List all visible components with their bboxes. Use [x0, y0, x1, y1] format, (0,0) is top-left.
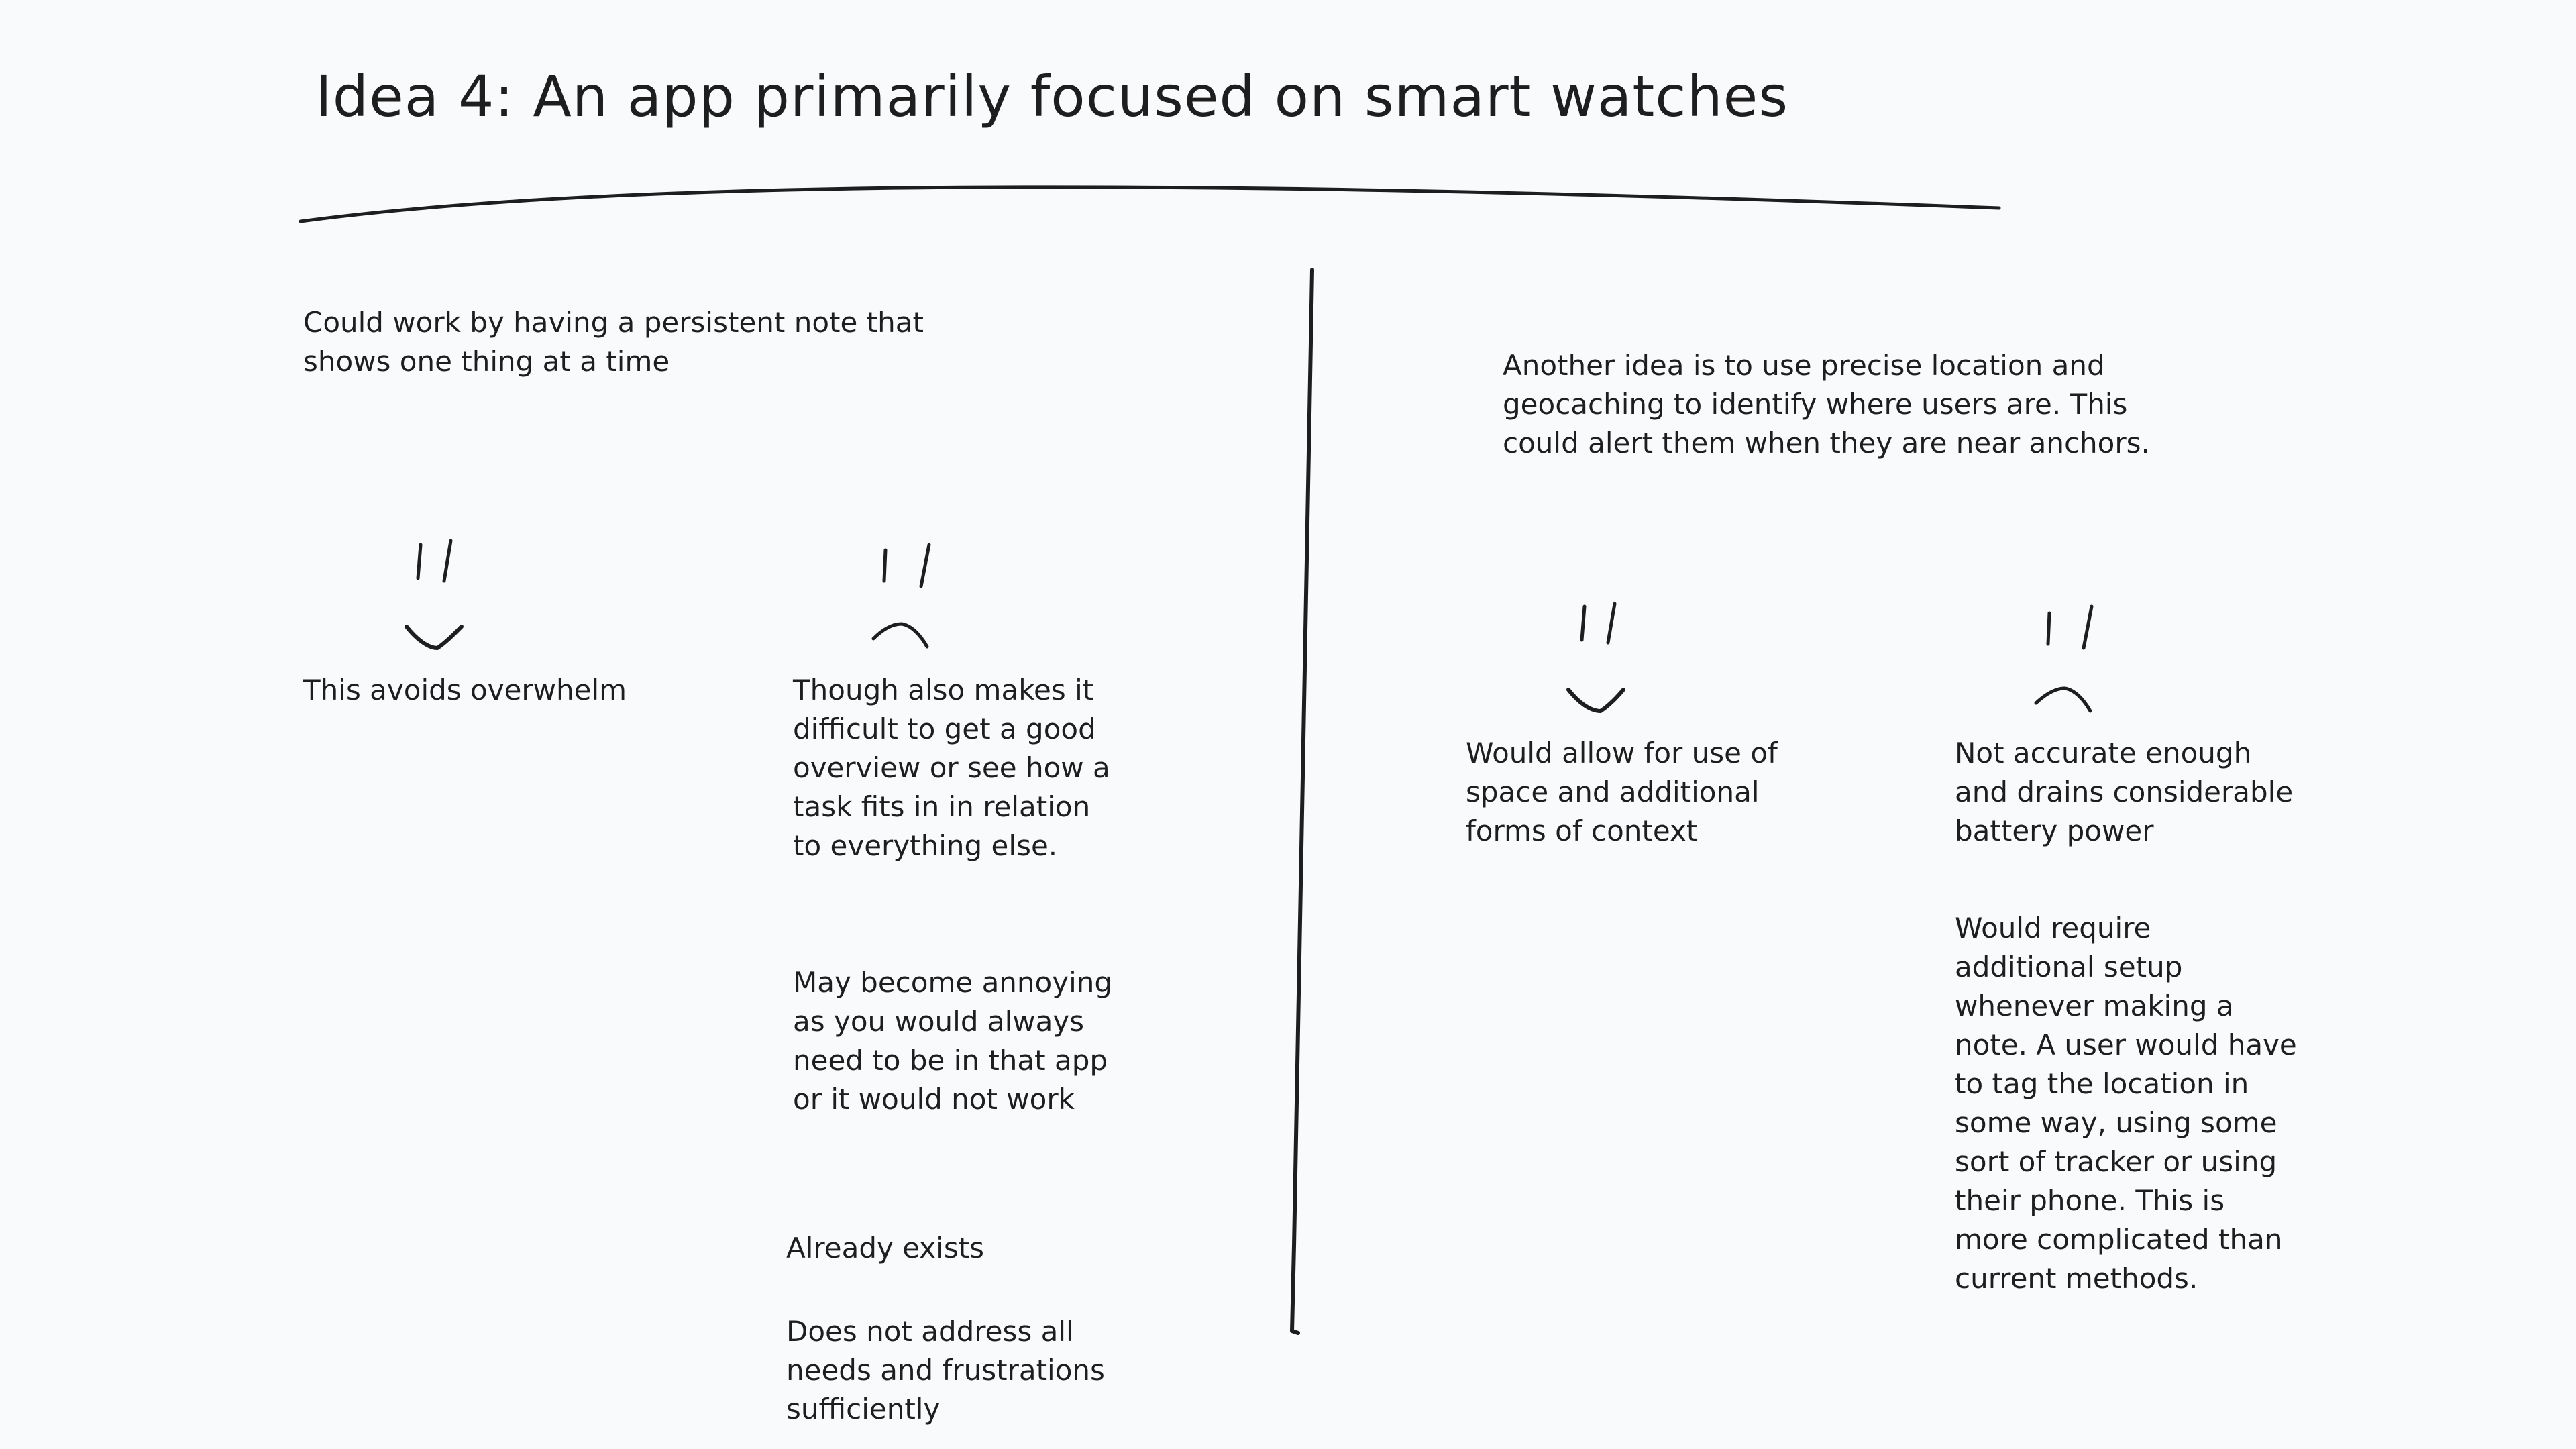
sad-face-icon [2034, 604, 2094, 713]
left-con-note[interactable]: Though also makes it difficult to get a … [793, 671, 1110, 865]
title-underline[interactable] [299, 185, 2001, 223]
happy-face-icon [405, 539, 464, 650]
right-con-note[interactable]: Not accurate enough and drains considera… [1955, 734, 2293, 851]
right-con-note[interactable]: Would require additional setup whenever … [1955, 909, 2297, 1298]
column-divider[interactable] [1290, 268, 1314, 1335]
right-pro-note[interactable]: Would allow for use of space and additio… [1466, 734, 1778, 851]
sad-face-icon [871, 543, 931, 649]
page-title[interactable]: Idea 4: An app primarily focused on smar… [315, 64, 1788, 129]
left-con-note[interactable]: Already exists [786, 1229, 984, 1268]
left-pro-note[interactable]: This avoids overwhelm [303, 671, 627, 710]
happy-face-icon [1566, 602, 1625, 713]
left-con-note[interactable]: Does not address all needs and frustrati… [786, 1312, 1105, 1429]
whiteboard-canvas[interactable]: Idea 4: An app primarily focused on smar… [0, 0, 2576, 1449]
left-con-note[interactable]: May become annoying as you would always … [793, 963, 1112, 1119]
left-intro-note[interactable]: Could work by having a persistent note t… [303, 303, 924, 381]
right-intro-note[interactable]: Another idea is to use precise location … [1503, 346, 2150, 463]
